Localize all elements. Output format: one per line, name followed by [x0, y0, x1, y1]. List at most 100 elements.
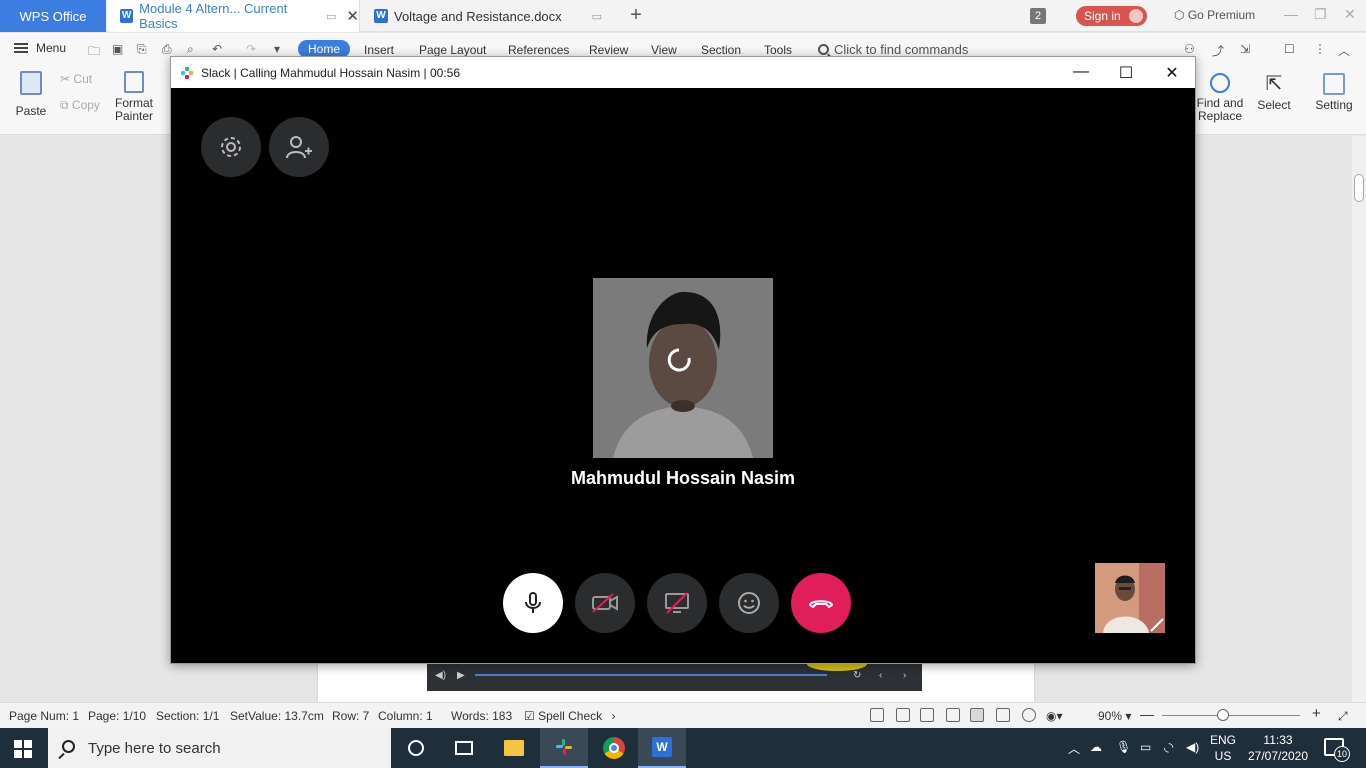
more-icon[interactable]: ⋮ — [1314, 42, 1326, 56]
microphone-icon[interactable]: 🎙 — [1116, 740, 1131, 754]
action-center-icon[interactable]: 10 — [1324, 738, 1350, 762]
go-premium-button[interactable]: ⬡ Go Premium — [1174, 8, 1255, 22]
export-icon[interactable]: ⇲ — [1240, 42, 1250, 56]
task-view-icon[interactable] — [440, 728, 488, 768]
zoom-slider-knob[interactable] — [1217, 709, 1229, 721]
show-hidden-icons-icon[interactable]: ︿ — [1068, 740, 1080, 757]
outline-view-icon[interactable] — [996, 708, 1010, 722]
save-icon[interactable]: ▣ — [112, 42, 123, 56]
wps-office-home-tab[interactable]: WPS Office — [0, 0, 106, 32]
slack-title-bar[interactable]: Slack | Calling Mahmudul Hossain Nasim |… — [171, 57, 1195, 88]
redo-icon[interactable]: ↷ — [246, 42, 256, 56]
eye-protection-icon[interactable]: ◉▾ — [1046, 709, 1063, 723]
tab-section[interactable]: Section — [701, 43, 741, 57]
paste-button[interactable]: Paste — [12, 71, 50, 118]
wps-writer-taskbar-icon[interactable]: W — [638, 728, 686, 768]
tab-references[interactable]: References — [508, 43, 569, 57]
find-commands-search[interactable]: Click to find commands — [818, 42, 968, 57]
play-icon[interactable]: ▶ — [457, 670, 465, 681]
share-user-icon[interactable]: ⚇ — [1184, 42, 1195, 56]
settings-button[interactable]: Setting — [1314, 73, 1354, 112]
zoom-in-icon[interactable]: + — [1312, 705, 1321, 722]
close-icon[interactable]: ✕ — [1344, 6, 1356, 23]
seek-bar[interactable] — [475, 674, 827, 676]
comment-icon[interactable]: ☐ — [1284, 42, 1295, 56]
share-icon[interactable]: ⤴ — [1212, 42, 1224, 59]
add-participant-button[interactable] — [269, 117, 329, 177]
slack-taskbar-icon[interactable] — [540, 728, 588, 768]
wifi-icon[interactable]: ◟◝ — [1164, 740, 1173, 754]
section-indicator[interactable]: Section: 1/1 — [156, 709, 219, 723]
tab-page-layout[interactable]: Page Layout — [419, 43, 486, 57]
zoom-out-icon[interactable]: — — [1140, 706, 1154, 722]
select-button[interactable]: ⇱ Select — [1254, 73, 1294, 112]
reaction-button[interactable] — [719, 573, 779, 633]
zoom-level-select[interactable]: 90% ▾ — [1098, 709, 1131, 723]
sign-in-label: Sign in — [1084, 9, 1121, 23]
scrollbar-thumb[interactable] — [1354, 174, 1364, 202]
toggle-video-button[interactable] — [575, 573, 635, 633]
volume-icon[interactable]: ◀) — [435, 670, 446, 681]
new-tab-button[interactable]: + — [624, 4, 648, 27]
cortana-icon[interactable] — [392, 728, 440, 768]
tab-review[interactable]: Review — [589, 43, 628, 57]
cut-button[interactable]: ✂ Cut — [60, 73, 92, 86]
mute-microphone-button[interactable] — [503, 573, 563, 633]
spell-check-button[interactable]: ☑ Spell Check › — [524, 709, 615, 723]
battery-icon[interactable]: ▭ — [1140, 740, 1151, 754]
collapse-ribbon-icon[interactable]: ︿ — [1338, 42, 1350, 59]
minimize-icon[interactable]: — — [1284, 6, 1298, 22]
tab-insert[interactable]: Insert — [364, 43, 394, 57]
fit-window-icon[interactable]: ⤢ — [1338, 709, 1348, 724]
page-view-icon[interactable] — [970, 708, 984, 722]
document-tab-module-4[interactable]: W Module 4 Altern... Current Basics ▭ ✕ — [108, 0, 360, 32]
call-settings-button[interactable] — [201, 117, 261, 177]
system-clock[interactable]: 11:33 27/07/2020 — [1246, 732, 1310, 764]
share-screen-button[interactable] — [647, 573, 707, 633]
windows-start-icon[interactable] — [14, 740, 32, 758]
search-icon — [818, 44, 829, 55]
view-mode-icon-1[interactable] — [870, 708, 884, 722]
web-view-icon[interactable] — [1022, 708, 1036, 722]
hang-up-button[interactable] — [791, 573, 851, 633]
input-language-indicator[interactable]: ENG US — [1210, 732, 1236, 764]
taskbar-search-box[interactable]: Type here to search — [48, 728, 391, 768]
view-mode-icon-2[interactable] — [896, 708, 910, 722]
close-icon[interactable]: ✕ — [1162, 63, 1182, 83]
fullscreen-icon[interactable] — [920, 708, 934, 722]
maximize-icon[interactable]: ☐ — [1116, 63, 1136, 83]
menu-button[interactable]: Menu — [14, 41, 66, 55]
print-preview-icon[interactable]: ⌕ — [187, 42, 194, 57]
page-num-indicator[interactable]: Page Num: 1 — [9, 709, 79, 723]
minimize-icon[interactable]: — — [1071, 63, 1091, 81]
format-painter-button[interactable]: Format Painter — [112, 71, 156, 123]
sign-in-button[interactable]: Sign in — [1076, 6, 1147, 26]
undo-icon[interactable]: ↶ — [212, 42, 222, 56]
prev-icon[interactable]: ‹ — [879, 670, 882, 681]
two-page-icon[interactable] — [946, 708, 960, 722]
close-tab-icon[interactable]: ✕ — [346, 7, 359, 25]
volume-icon[interactable]: ◀) — [1186, 740, 1199, 754]
set-value-indicator[interactable]: SetValue: 13.7cm — [230, 709, 324, 723]
file-explorer-icon[interactable] — [490, 728, 538, 768]
page-indicator[interactable]: Page: 1/10 — [88, 709, 146, 723]
chrome-taskbar-icon[interactable] — [590, 728, 638, 768]
window-count-badge[interactable]: 2 — [1030, 8, 1046, 24]
print-icon[interactable]: ⎙ — [162, 42, 172, 57]
next-icon[interactable]: › — [903, 670, 906, 681]
self-video-preview[interactable] — [1095, 563, 1165, 633]
zoom-slider-track[interactable] — [1162, 715, 1300, 716]
vertical-scrollbar[interactable] — [1352, 136, 1366, 702]
onedrive-cloud-icon[interactable]: ☁ — [1090, 740, 1102, 754]
copy-button[interactable]: ⧉ Copy — [60, 99, 100, 112]
open-folder-icon[interactable]: 🗀 — [88, 42, 100, 63]
document-tab-voltage[interactable]: W Voltage and Resistance.docx ▭ — [362, 0, 612, 32]
customize-quick-access-icon[interactable]: ▾ — [274, 42, 280, 56]
format-icon[interactable]: ⎘ — [137, 42, 147, 57]
word-count[interactable]: Words: 183 — [451, 709, 512, 723]
tab-view[interactable]: View — [651, 43, 677, 57]
find-and-replace-button[interactable]: Find and Replace — [1194, 73, 1246, 123]
refresh-icon[interactable]: ↻ — [853, 670, 861, 681]
tab-tools[interactable]: Tools — [764, 43, 792, 57]
restore-icon[interactable]: ❐ — [1314, 6, 1327, 23]
